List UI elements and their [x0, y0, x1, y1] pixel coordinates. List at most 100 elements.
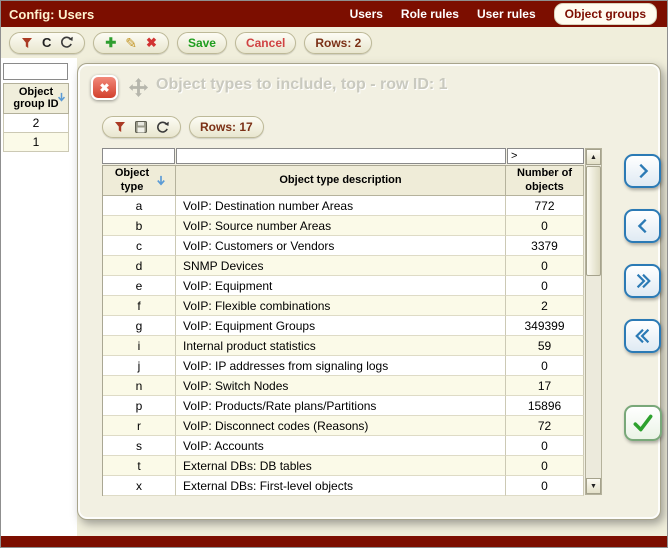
refresh-icon [60, 36, 74, 49]
dialog-refresh-button[interactable] [155, 121, 170, 134]
tab-users[interactable]: Users [350, 7, 383, 21]
object-type-cell: s [103, 436, 176, 456]
object-types-table-body: a VoIP: Destination number Areas 772 b VoIP:… [103, 196, 584, 496]
move-all-right-button[interactable] [624, 264, 661, 298]
object-type-cell: p [103, 396, 176, 416]
count-cell: 0 [506, 256, 584, 276]
object-type-cell: a [103, 196, 176, 216]
table-scrollbar[interactable]: ▲ ▼ [585, 148, 602, 495]
column-header-object-group-id[interactable]: Object group ID [3, 82, 69, 114]
description-cell: VoIP: IP addresses from signaling logs [176, 356, 506, 376]
add-button[interactable]: ✚ [104, 36, 117, 49]
count-cell: 0 [506, 436, 584, 456]
filter-icon [21, 37, 33, 49]
table-row[interactable]: n VoIP: Switch Nodes 17 [103, 376, 584, 396]
filter-button[interactable] [20, 37, 34, 49]
close-button[interactable]: ✖ [91, 75, 118, 100]
move-right-button[interactable] [624, 154, 661, 188]
description-cell: VoIP: Flexible combinations [176, 296, 506, 316]
count-cell: 3379 [506, 236, 584, 256]
count-cell: 2 [506, 296, 584, 316]
clear-filter-button[interactable]: C [41, 36, 52, 49]
refresh-icon [156, 121, 169, 134]
object-type-cell: n [103, 376, 176, 396]
move-left-button[interactable] [624, 209, 661, 243]
filter-count-input[interactable] [507, 148, 584, 164]
table-row[interactable]: 1 [3, 132, 69, 152]
filter-tools-group: C [9, 31, 86, 54]
object-type-cell: b [103, 216, 176, 236]
description-cell: Internal product statistics [176, 336, 506, 356]
double-chevron-right-icon [634, 272, 652, 290]
description-cell: VoIP: Equipment [176, 276, 506, 296]
edit-button[interactable]: ✎ [124, 36, 138, 50]
table-row[interactable]: a VoIP: Destination number Areas 772 [103, 196, 584, 216]
description-cell: VoIP: Customers or Vendors [176, 236, 506, 256]
count-cell: 0 [506, 356, 584, 376]
main-toolbar: C ✚ ✎ ✖ Save Cancel Rows: 2 [1, 27, 667, 58]
count-cell: 15896 [506, 396, 584, 416]
object-types-dialog: ✖ Object types to include, top - row ID:… [77, 63, 662, 520]
object-type-cell: g [103, 316, 176, 336]
column-header-object-type[interactable]: Object type [103, 166, 176, 196]
move-handle[interactable] [128, 77, 149, 98]
table-row[interactable]: f VoIP: Flexible combinations 2 [103, 296, 584, 316]
app-window: Config: Users Users Role rules User rule… [0, 0, 668, 548]
table-row[interactable]: e VoIP: Equipment 0 [103, 276, 584, 296]
save-button[interactable]: Save [176, 31, 227, 54]
table-row[interactable]: 2 [3, 113, 69, 133]
tab-role-rules[interactable]: Role rules [401, 7, 459, 21]
table-row[interactable]: p VoIP: Products/Rate plans/Partitions 158… [103, 396, 584, 416]
dialog-tools-group [102, 116, 181, 138]
confirm-button[interactable] [624, 405, 662, 441]
count-cell: 0 [506, 476, 584, 496]
column-header-count[interactable]: Number of objects [506, 166, 584, 196]
table-row[interactable]: s VoIP: Accounts 0 [103, 436, 584, 456]
object-type-cell: r [103, 416, 176, 436]
dialog-save-button[interactable] [134, 121, 148, 133]
tab-bar: Users Role rules User rules Object group… [350, 3, 657, 25]
close-icon: ✖ [99, 80, 110, 95]
object-type-cell: x [103, 476, 176, 496]
object-type-cell: d [103, 256, 176, 276]
transfer-buttons [624, 154, 661, 353]
object-type-cell: e [103, 276, 176, 296]
table-row[interactable]: d SNMP Devices 0 [103, 256, 584, 276]
column-header-label: Number of objects [517, 167, 572, 193]
group-filter-input[interactable] [3, 62, 68, 80]
filter-description-input[interactable] [176, 148, 506, 164]
move-icon [128, 77, 149, 98]
description-cell: External DBs: DB tables [176, 456, 506, 476]
tab-user-rules[interactable]: User rules [477, 7, 536, 21]
table-row[interactable]: x External DBs: First-level objects 0 [103, 476, 584, 496]
count-cell: 772 [506, 196, 584, 216]
table-row[interactable]: r VoIP: Disconnect codes (Reasons) 72 [103, 416, 584, 436]
dialog-toolbar: Rows: 17 [102, 116, 264, 138]
floppy-disk-icon [135, 121, 147, 133]
table-row[interactable]: t External DBs: DB tables 0 [103, 456, 584, 476]
column-header-description[interactable]: Object type description [176, 166, 506, 196]
table-row[interactable]: j VoIP: IP addresses from signaling logs 0 [103, 356, 584, 376]
count-cell: 0 [506, 456, 584, 476]
table-row[interactable]: g VoIP: Equipment Groups 349399 [103, 316, 584, 336]
description-cell: VoIP: Switch Nodes [176, 376, 506, 396]
move-all-left-button[interactable] [624, 319, 661, 353]
description-cell: VoIP: Disconnect codes (Reasons) [176, 416, 506, 436]
tab-object-groups[interactable]: Object groups [553, 3, 657, 25]
table-row[interactable]: i Internal product statistics 59 [103, 336, 584, 356]
refresh-button[interactable] [59, 36, 74, 49]
cancel-button[interactable]: Cancel [234, 31, 297, 54]
dialog-title: Object types to include, top - row ID: 1 [156, 76, 448, 93]
scroll-down-button[interactable]: ▼ [586, 478, 601, 494]
table-row[interactable]: c VoIP: Customers or Vendors 3379 [103, 236, 584, 256]
delete-button[interactable]: ✖ [145, 36, 158, 49]
scroll-thumb[interactable] [586, 166, 601, 276]
filter-object-type-input[interactable] [102, 148, 175, 164]
chevron-right-icon [634, 162, 652, 180]
rows-count-badge: Rows: 2 [304, 31, 373, 54]
table-row[interactable]: b VoIP: Source number Areas 0 [103, 216, 584, 236]
scroll-up-button[interactable]: ▲ [586, 149, 601, 165]
filter-row [102, 148, 584, 164]
dialog-filter-button[interactable] [113, 121, 127, 133]
count-cell: 59 [506, 336, 584, 356]
